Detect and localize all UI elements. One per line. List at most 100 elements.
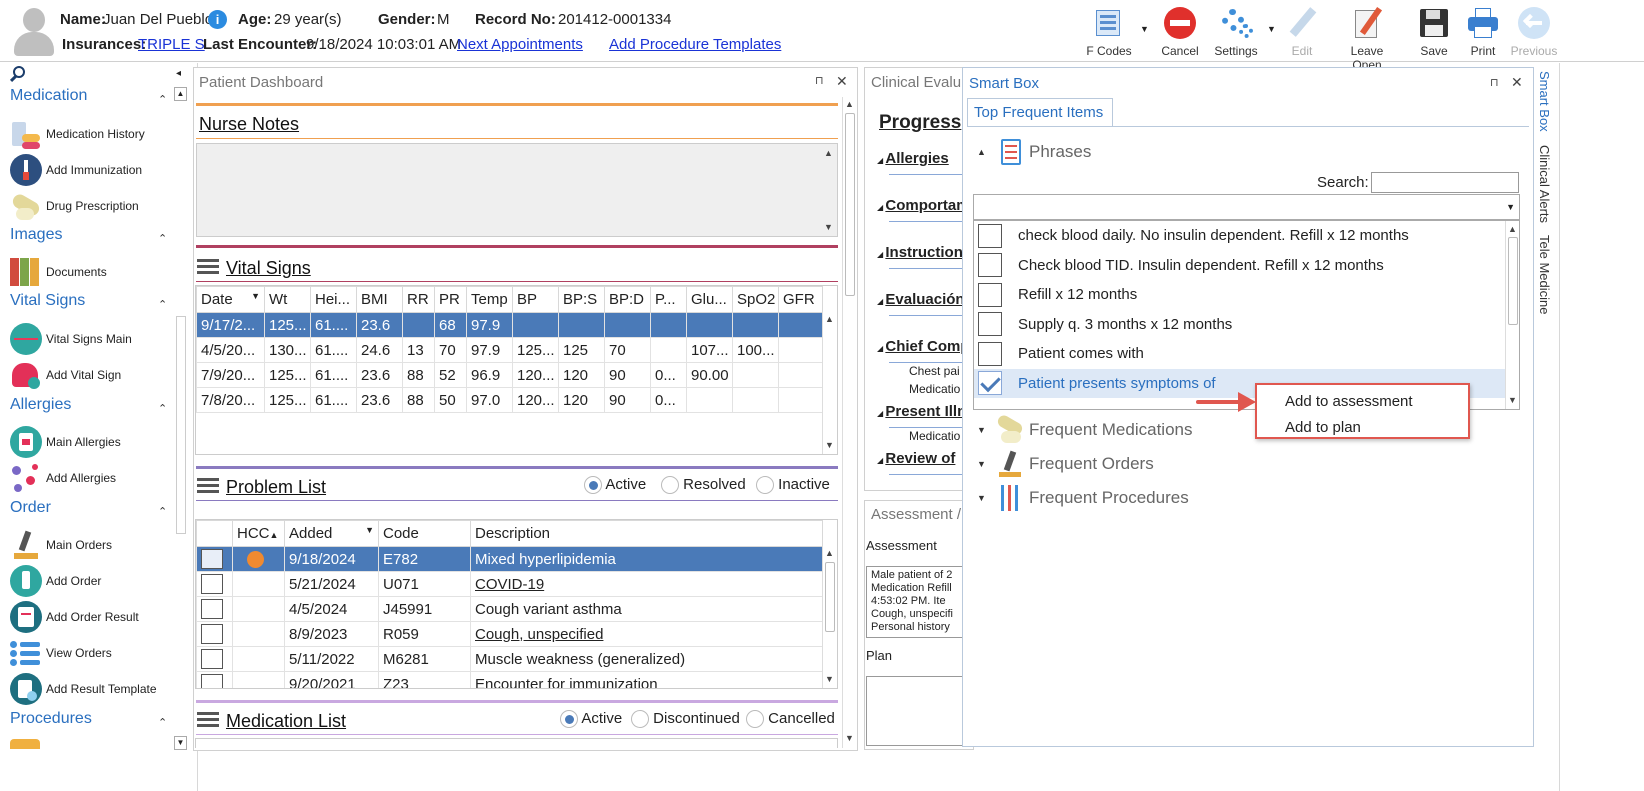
expand-triangle-icon[interactable]: ▼ — [977, 493, 995, 503]
table-row[interactable]: 9/18/2024 E782 Mixed hyperlipidemia — [196, 546, 823, 572]
radio-inactive[interactable] — [756, 476, 774, 495]
col-hcc[interactable]: HCC▲ — [232, 520, 285, 547]
col-bmi[interactable]: BMI — [356, 286, 403, 313]
row-select-cell[interactable] — [196, 646, 233, 672]
medication-list-title[interactable]: Medication List — [226, 711, 346, 732]
sidebar-item-add-immunization[interactable]: Add Immunization — [10, 153, 180, 187]
expand-triangle-icon[interactable]: ▼ — [977, 425, 995, 435]
col-bps[interactable]: BP:S — [558, 286, 605, 313]
radio-resolved[interactable] — [661, 476, 679, 495]
col-pr[interactable]: PR — [434, 286, 467, 313]
col-gfr[interactable]: GFR — [778, 286, 823, 313]
hamburger-icon[interactable] — [197, 478, 219, 494]
frequent-procedures-group[interactable]: ▼ Frequent Procedures — [977, 483, 1189, 513]
sidebar-item-medication-history[interactable]: Medication History — [10, 117, 180, 151]
insurance-link[interactable]: TRIPLE S — [138, 36, 205, 53]
table-cell-description[interactable]: COVID-19 — [470, 571, 823, 597]
row-select-cell[interactable] — [196, 621, 233, 647]
leave-open-button[interactable]: Leave Open — [1336, 4, 1398, 72]
filter-active[interactable]: Active — [584, 476, 646, 495]
clinical-section-heading[interactable]: ◢ Chief Comp — [877, 338, 962, 355]
vital-signs-title[interactable]: Vital Signs — [226, 258, 311, 279]
vtab-smart-box[interactable]: Smart Box — [1537, 71, 1552, 132]
col-code[interactable]: Code — [378, 520, 471, 547]
filter-resolved[interactable]: Resolved — [661, 476, 746, 495]
vtab-clinical-alerts[interactable]: Clinical Alerts — [1537, 145, 1552, 223]
collapse-triangle-icon[interactable]: ▲ — [977, 147, 995, 157]
next-appointments-link[interactable]: Next Appointments — [457, 36, 583, 53]
row-checkbox[interactable] — [201, 674, 223, 688]
radio-discontinued[interactable] — [631, 710, 649, 729]
col-added[interactable]: Added ▼ — [284, 520, 379, 547]
table-row[interactable]: 9/17/2... 125... 61.... 23.6 68 97.9 — [196, 312, 823, 338]
nurse-notes-title[interactable]: Nurse Notes — [199, 114, 299, 135]
problem-list-title[interactable]: Problem List — [226, 477, 326, 498]
table-row[interactable]: 8/9/2023 R059 Cough, unspecified — [196, 621, 823, 647]
assessment-textarea[interactable]: Male patient of 2 Medication Refill 4:53… — [866, 566, 966, 638]
vital-signs-scrollbar[interactable]: ▲ ▼ — [822, 312, 836, 454]
col-date[interactable]: Date ▼ — [196, 286, 265, 313]
sidebar-item-add-order-result[interactable]: Add Order Result — [10, 600, 180, 634]
sidebar-item-vital-signs-main[interactable]: Vital Signs Main — [10, 322, 180, 356]
col-wt[interactable]: Wt — [264, 286, 311, 313]
tab-top-frequent-items[interactable]: Top Frequent Items — [967, 98, 1113, 127]
hamburger-icon[interactable] — [197, 259, 219, 275]
radio-active[interactable] — [560, 710, 578, 729]
phrases-group[interactable]: ▲ Phrases — [977, 137, 1091, 167]
table-row[interactable]: 4/5/20... 130... 61.... 24.6 13 70 97.9 125... 1… — [196, 337, 823, 363]
problem-list-scrollbar[interactable]: ▲ ▼ — [822, 546, 836, 688]
frequent-orders-group[interactable]: ▼ Frequent Orders — [977, 449, 1154, 479]
col-height[interactable]: Hei... — [310, 286, 357, 313]
filter-inactive[interactable]: Inactive — [756, 476, 830, 495]
med-filter-active[interactable]: Active — [560, 710, 622, 729]
edit-button[interactable]: Edit — [1272, 4, 1332, 60]
sidebar-item-add-result-template[interactable]: Add Result Template — [10, 672, 180, 706]
section-vital-signs[interactable]: Vital Signs — [10, 292, 85, 310]
sidebar-collapse-icon[interactable]: ◂ — [176, 68, 181, 79]
pin-icon[interactable]: ⊓ — [815, 74, 824, 87]
close-icon[interactable]: ✕ — [836, 73, 848, 90]
table-row[interactable]: 9/20/2021 Z23 Encounter for immunization — [196, 671, 823, 688]
phrase-item[interactable]: check blood daily. No insulin dependent.… — [974, 221, 1505, 250]
section-medication[interactable]: Medication — [10, 87, 87, 105]
col-bp[interactable]: BP — [512, 286, 559, 313]
med-filter-cancelled[interactable]: Cancelled — [746, 710, 835, 729]
fcodes-dropdown-icon[interactable]: ▼ — [1140, 24, 1149, 34]
menu-add-to-assessment[interactable]: Add to assessment — [1285, 393, 1413, 410]
section-procedures[interactable]: Procedures — [10, 710, 92, 728]
section-images[interactable]: Images — [10, 226, 62, 244]
col-description[interactable]: Description — [470, 520, 823, 547]
row-select-cell[interactable] — [196, 596, 233, 622]
phrase-checkbox[interactable] — [978, 371, 1002, 395]
radio-active[interactable] — [584, 476, 602, 495]
sidebar-scroll-down[interactable]: ▼ — [174, 736, 187, 750]
phrase-item[interactable]: Patient comes with — [974, 339, 1505, 368]
row-checkbox[interactable] — [201, 549, 223, 569]
frequent-medications-group[interactable]: ▼ Frequent Medications — [977, 413, 1192, 445]
pin-icon[interactable]: ⊓ — [1490, 76, 1499, 89]
row-select-cell[interactable] — [196, 546, 233, 572]
radio-cancelled[interactable] — [746, 710, 764, 729]
phrase-checkbox[interactable] — [978, 223, 1002, 248]
sidebar-item-main-allergies[interactable]: Main Allergies — [10, 425, 180, 459]
table-row[interactable]: 4/5/2024 J45991 Cough variant asthma — [196, 596, 823, 622]
clinical-section-heading[interactable]: ◢ Instruction — [877, 244, 962, 261]
phrase-checkbox[interactable] — [978, 341, 1002, 366]
search-icon[interactable] — [9, 66, 27, 84]
table-row[interactable]: 7/8/20... 125... 61.... 23.6 88 50 97.0 120... 1… — [196, 387, 823, 413]
chevron-up-icon[interactable]: ⌃ — [158, 298, 167, 311]
row-select-cell[interactable] — [196, 571, 233, 597]
phrase-item[interactable]: Check blood TID. Insulin dependent. Refi… — [974, 251, 1505, 280]
col-glucose[interactable]: Glu... — [686, 286, 733, 313]
fcodes-button[interactable]: F Codes — [1079, 4, 1139, 60]
col-p[interactable]: P... — [650, 286, 687, 313]
info-icon[interactable]: i — [208, 10, 227, 29]
phrase-checkbox[interactable] — [978, 253, 1002, 277]
search-input[interactable] — [1371, 172, 1519, 193]
phrase-checkbox[interactable] — [978, 312, 1002, 336]
sidebar-item-view-orders[interactable]: View Orders — [10, 636, 180, 670]
clinical-section-heading[interactable]: ◢ Evaluación — [877, 291, 962, 308]
vtab-tele-medicine[interactable]: Tele Medicine — [1537, 235, 1552, 315]
sidebar-item-add-order[interactable]: Add Order — [10, 564, 180, 598]
hamburger-icon[interactable] — [197, 712, 219, 728]
